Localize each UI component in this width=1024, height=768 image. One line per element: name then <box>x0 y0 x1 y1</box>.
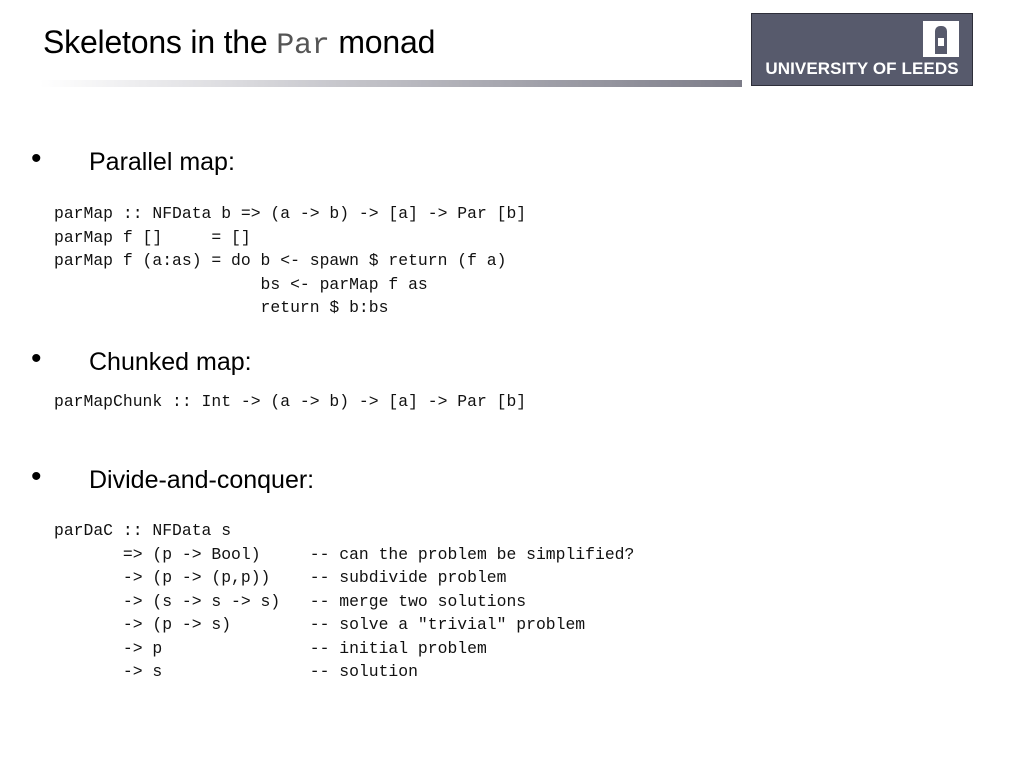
bullet-label: Parallel map: <box>89 148 235 176</box>
bullet-icon: • <box>31 342 42 375</box>
bullet-icon: • <box>31 142 42 175</box>
title-text-end: monad <box>329 24 436 60</box>
slide-title: Skeletons in the Par monad <box>43 24 435 63</box>
bullet-parallel-map: • Parallel map: <box>31 142 235 177</box>
title-divider <box>40 80 742 87</box>
logo-text: UNIVERSITY OF LEEDS <box>765 59 959 78</box>
bullet-divide-conquer: • Divide-and-conquer: <box>31 460 315 495</box>
bullet-label: Chunked map: <box>89 348 252 376</box>
title-code: Par <box>276 29 330 63</box>
tower-icon <box>923 21 959 57</box>
bullet-chunked-map: • Chunked map: <box>31 342 252 377</box>
bullet-icon: • <box>31 460 42 493</box>
university-logo: UNIVERSITY OF LEEDS <box>751 13 973 86</box>
code-pardac: parDaC :: NFData s => (p -> Bool) -- can… <box>54 521 635 681</box>
code-parmapchunk: parMapChunk :: Int -> (a -> b) -> [a] ->… <box>54 392 527 411</box>
code-parmap: parMap :: NFData b => (a -> b) -> [a] ->… <box>54 204 527 317</box>
bullet-label: Divide-and-conquer: <box>89 466 315 494</box>
title-text: Skeletons in the <box>43 24 277 60</box>
